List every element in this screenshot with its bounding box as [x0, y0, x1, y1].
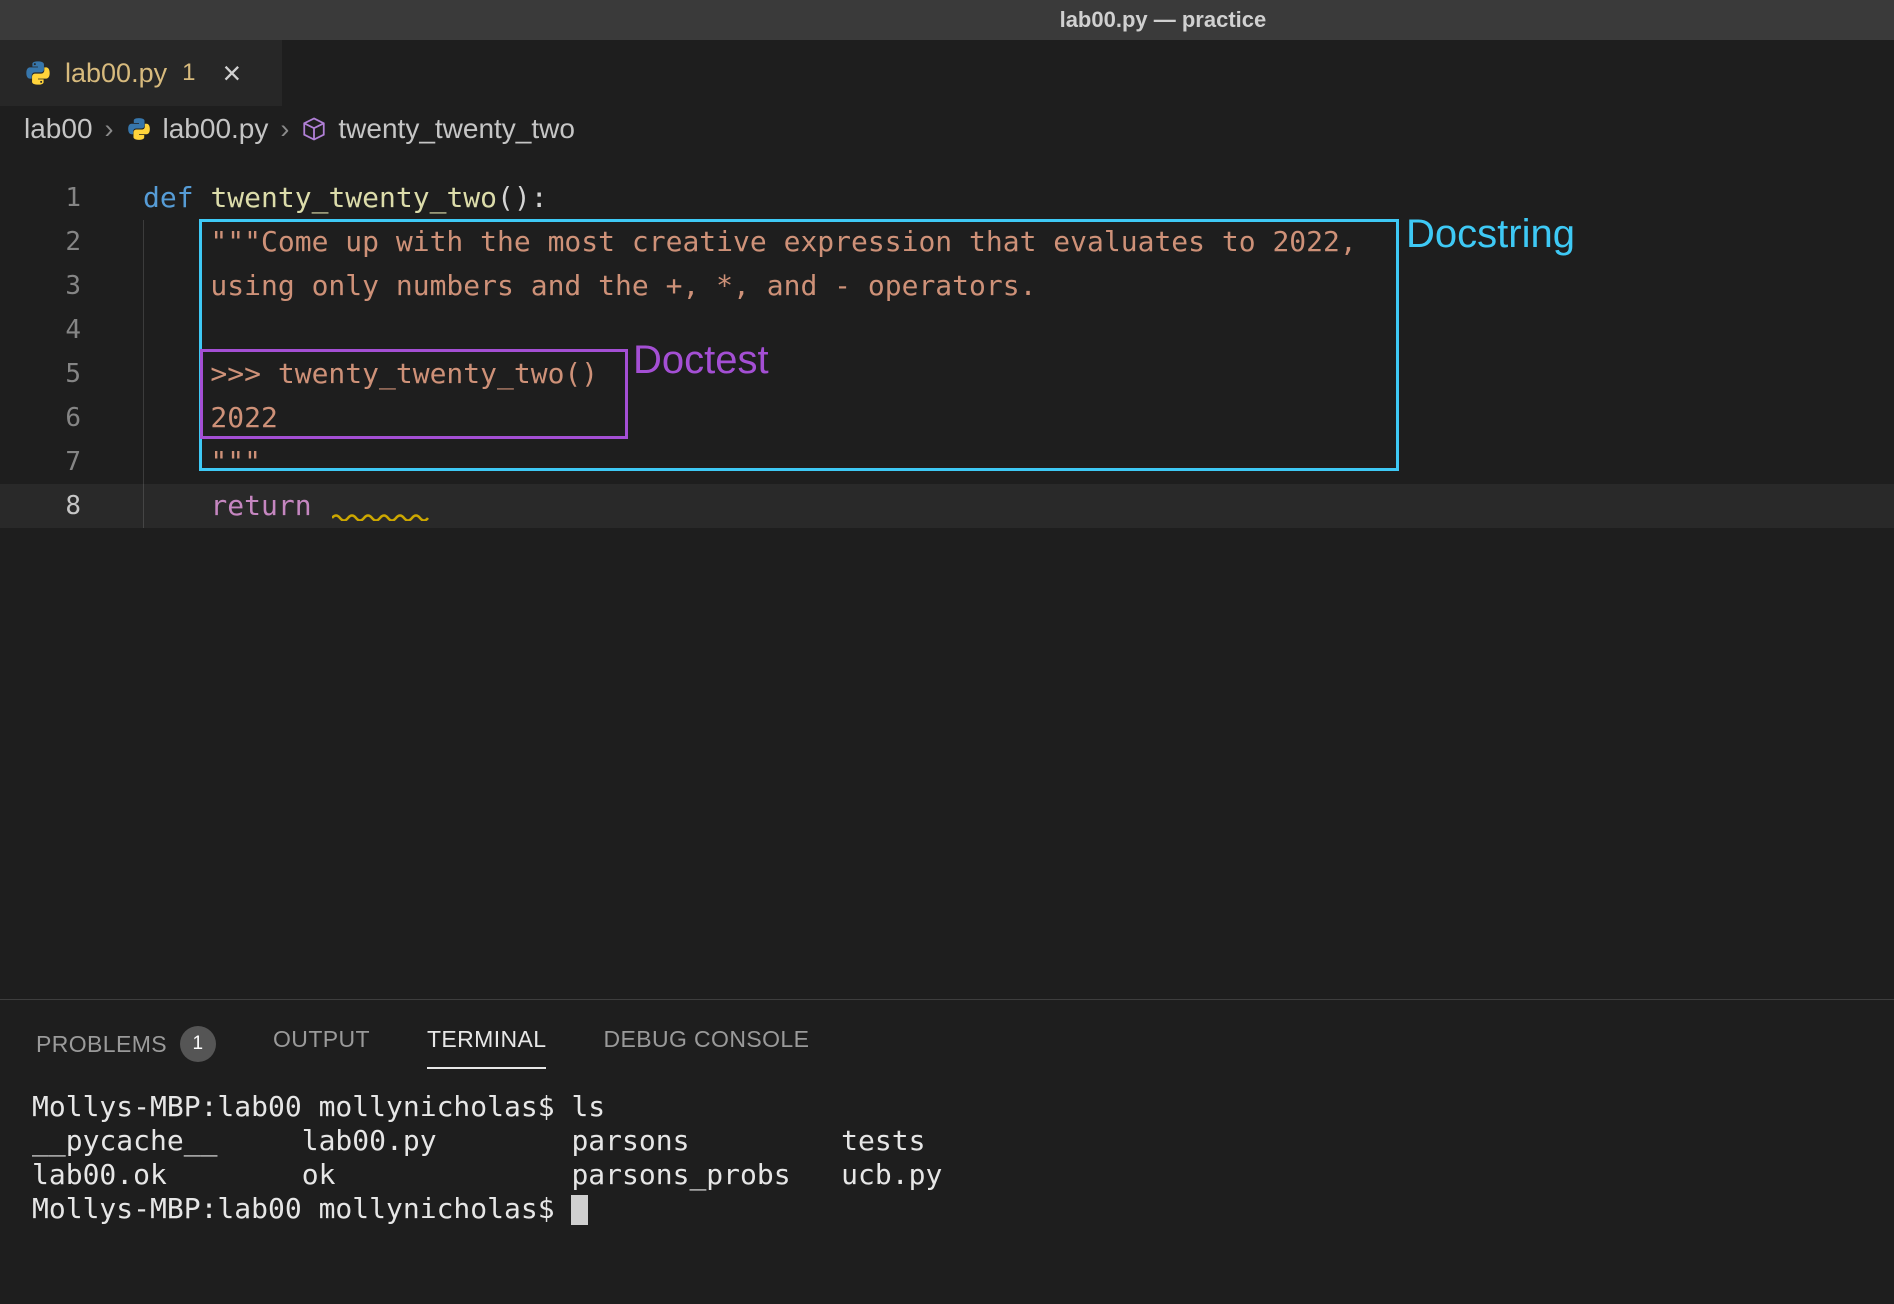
- editor: 1 def twenty_twenty_two(): 2 """Come up …: [0, 152, 1894, 999]
- tab-lab00[interactable]: lab00.py 1 ×: [0, 40, 282, 106]
- code-line: 2 """Come up with the most creative expr…: [0, 220, 1894, 264]
- code-line: 3 using only numbers and the +, *, and -…: [0, 264, 1894, 308]
- error-squiggle: [332, 484, 432, 528]
- code-token: def: [143, 181, 210, 214]
- code-line: 4: [0, 308, 1894, 352]
- annotation-docstring-label: Docstring: [1406, 212, 1575, 257]
- code-token: """Come up with the most creative expres…: [143, 225, 1357, 258]
- line-number: 1: [0, 176, 81, 220]
- line-number: 5: [0, 352, 81, 396]
- breadcrumb-item-file[interactable]: lab00.py: [163, 113, 269, 145]
- terminal-line: Mollys-MBP:lab00 mollynicholas$ ls: [32, 1090, 1894, 1124]
- tab-bar: lab00.py 1 ×: [0, 40, 1894, 106]
- breadcrumb: lab00 › lab00.py › twenty_twenty_two: [0, 106, 1894, 152]
- tab-problem-count: 1: [182, 59, 195, 87]
- terminal-output[interactable]: Mollys-MBP:lab00 mollynicholas$ ls __pyc…: [0, 1090, 1894, 1226]
- panel-tab-debug-console[interactable]: DEBUG CONSOLE: [603, 1000, 809, 1067]
- chevron-right-icon: ›: [279, 114, 290, 145]
- close-icon[interactable]: ×: [222, 57, 241, 89]
- code-token: """: [143, 445, 261, 478]
- panel-tab-label: DEBUG CONSOLE: [603, 1026, 809, 1053]
- code-token: twenty_twenty_two: [210, 181, 497, 214]
- code-token: using only numbers and the +, *, and - o…: [143, 269, 1036, 302]
- code-line: 5 >>> twenty_twenty_two(): [0, 352, 1894, 396]
- panel-tab-problems[interactable]: PROBLEMS 1: [36, 1000, 216, 1076]
- tab-filename: lab00.py: [65, 58, 167, 89]
- problems-count-badge: 1: [180, 1026, 216, 1062]
- titlebar: lab00.py — practice: [0, 0, 1894, 40]
- code-line: 1 def twenty_twenty_two():: [0, 176, 1894, 220]
- line-number: 6: [0, 396, 81, 440]
- terminal-line: lab00.ok ok parsons_probs ucb.py: [32, 1158, 1894, 1192]
- code-token: >>> twenty_twenty_two(): [143, 357, 598, 390]
- line-number: 4: [0, 308, 81, 352]
- python-icon: [24, 59, 52, 87]
- python-icon: [126, 116, 152, 142]
- line-number: 2: [0, 220, 81, 264]
- line-number: 3: [0, 264, 81, 308]
- symbol-cube-icon: [301, 116, 327, 142]
- breadcrumb-item-function[interactable]: twenty_twenty_two: [338, 113, 575, 145]
- terminal-line: __pycache__ lab00.py parsons tests: [32, 1124, 1894, 1158]
- panel-tab-output[interactable]: OUTPUT: [273, 1000, 370, 1067]
- annotation-doctest-label: Doctest: [633, 338, 769, 383]
- panel-tab-bar: PROBLEMS 1 OUTPUT TERMINAL DEBUG CONSOLE: [0, 1000, 1894, 1076]
- line-number: 7: [0, 440, 81, 484]
- panel-tab-terminal[interactable]: TERMINAL: [427, 1000, 547, 1069]
- line-number: 8: [0, 484, 81, 528]
- chevron-right-icon: ›: [104, 114, 115, 145]
- panel-tab-label: PROBLEMS: [36, 1031, 167, 1058]
- code-line-current: 8 return: [0, 484, 1894, 528]
- code-area[interactable]: 1 def twenty_twenty_two(): 2 """Come up …: [0, 176, 1894, 528]
- panel-tab-label: TERMINAL: [427, 1026, 547, 1053]
- terminal-prompt-line: Mollys-MBP:lab00 mollynicholas$: [32, 1192, 1894, 1226]
- breadcrumb-item-folder[interactable]: lab00: [24, 113, 93, 145]
- window-title: lab00.py — practice: [1060, 7, 1267, 33]
- code-line: 6 2022: [0, 396, 1894, 440]
- terminal-cursor: [571, 1195, 588, 1225]
- bottom-panel: PROBLEMS 1 OUTPUT TERMINAL DEBUG CONSOLE…: [0, 999, 1894, 1304]
- code-token: return: [143, 489, 312, 522]
- code-line: 7 """: [0, 440, 1894, 484]
- code-token: [312, 489, 329, 522]
- code-token: 2022: [143, 401, 278, 434]
- panel-tab-label: OUTPUT: [273, 1026, 370, 1053]
- code-token: ():: [497, 181, 548, 214]
- terminal-prompt: Mollys-MBP:lab00 mollynicholas$: [32, 1192, 571, 1225]
